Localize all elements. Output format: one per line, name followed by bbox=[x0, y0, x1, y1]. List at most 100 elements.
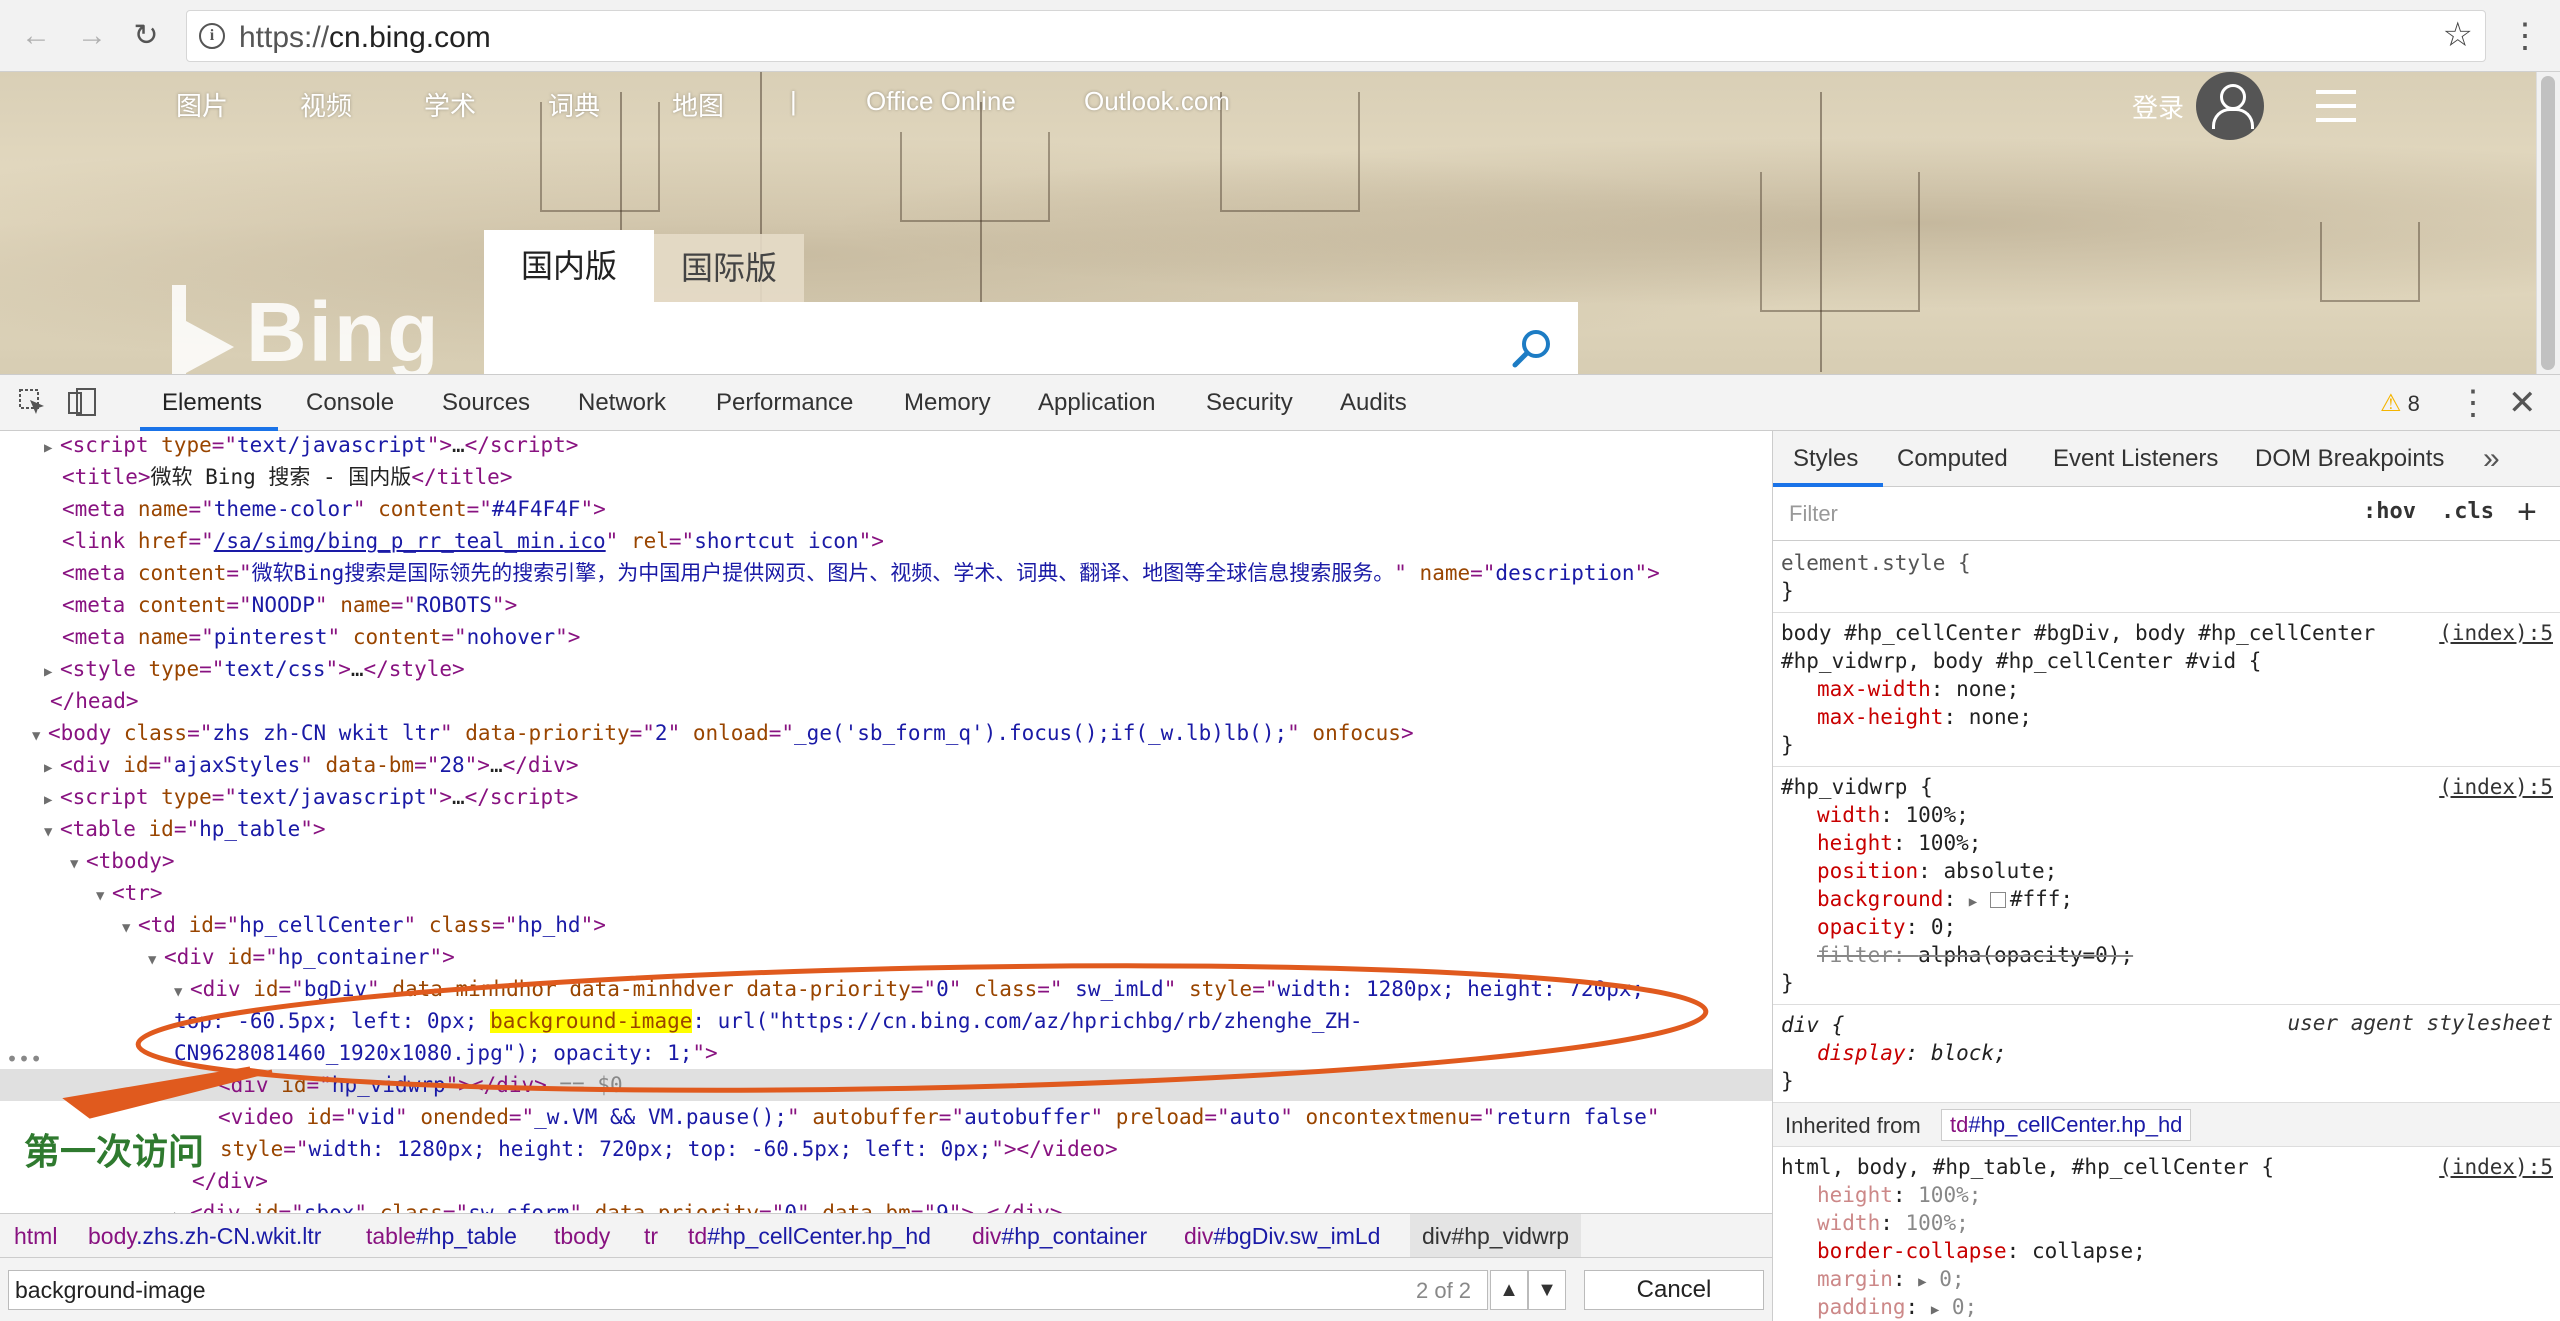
crumb-tr[interactable]: tr bbox=[644, 1214, 658, 1258]
tab-network[interactable]: Network bbox=[578, 375, 666, 431]
rule-selector: html, body, #hp_table, #hp_cellCenter { bbox=[1781, 1155, 2275, 1179]
login-link[interactable]: 登录 bbox=[2132, 88, 2184, 125]
css-property[interactable]: height: 100%; bbox=[1817, 829, 1981, 857]
search-icon[interactable] bbox=[1512, 328, 1552, 368]
devtools-close-icon[interactable]: ✕ bbox=[2508, 383, 2537, 423]
dom-node-line[interactable]: <div id="hp_vidwrp"></div> == $0 bbox=[0, 1069, 1772, 1101]
css-property[interactable]: max-width: none; bbox=[1817, 675, 2019, 703]
tab-computed[interactable]: Computed bbox=[1897, 431, 2008, 487]
tab-event-listeners[interactable]: Event Listeners bbox=[2053, 431, 2218, 487]
hamburger-menu-icon[interactable] bbox=[2316, 90, 2356, 122]
css-property[interactable]: width: 100%; bbox=[1817, 1209, 1969, 1237]
style-rule[interactable]: element.style {} bbox=[1773, 543, 2560, 613]
tab-dom-breakpoints[interactable]: DOM Breakpoints bbox=[2255, 431, 2444, 487]
css-property[interactable]: filter: alpha(opacity=0); bbox=[1817, 941, 2133, 969]
tab-domestic[interactable]: 国内版 bbox=[484, 230, 654, 302]
new-rule-icon[interactable]: + bbox=[2517, 493, 2537, 532]
scrollbar-thumb[interactable] bbox=[2541, 76, 2555, 370]
forward-arrow-icon[interactable]: → bbox=[70, 14, 114, 58]
url-host: cn.bing.com bbox=[329, 21, 491, 54]
find-previous-icon[interactable]: ▲ bbox=[1490, 1270, 1528, 1310]
bing-search-input[interactable] bbox=[484, 302, 1578, 374]
dom-node-markup: ▼ <div id="bgDiv" data-minhdhor data-minh… bbox=[174, 977, 1645, 1001]
styles-filter-input[interactable]: Filter bbox=[1783, 495, 2343, 533]
back-arrow-icon[interactable]: ← bbox=[14, 14, 58, 58]
find-cancel-button[interactable]: Cancel bbox=[1584, 1270, 1764, 1310]
tab-application[interactable]: Application bbox=[1038, 375, 1155, 431]
css-property[interactable]: position: absolute; bbox=[1817, 857, 2057, 885]
css-property[interactable]: border-collapse: collapse; bbox=[1817, 1237, 2146, 1265]
crumb-div-vidwrp[interactable]: div#hp_vidwrp bbox=[1410, 1214, 1582, 1258]
css-property[interactable]: height: 100%; bbox=[1817, 1181, 1981, 1209]
nav-videos[interactable]: 视频 bbox=[300, 86, 352, 123]
nav-maps[interactable]: 地图 bbox=[672, 86, 724, 123]
dom-node-markup: <div id="hp_vidwrp"></div> == $0 bbox=[218, 1073, 623, 1097]
class-toggle[interactable]: .cls bbox=[2441, 499, 2494, 524]
devtools-menu-icon[interactable]: ⋮ bbox=[2456, 383, 2490, 423]
css-property[interactable]: padding: ▶ 0; bbox=[1817, 1293, 1977, 1321]
tab-elements[interactable]: Elements bbox=[162, 375, 262, 431]
crumb-table[interactable]: table#hp_table bbox=[366, 1214, 517, 1258]
inspect-element-icon[interactable] bbox=[16, 387, 48, 419]
page-scrollbar[interactable] bbox=[2536, 72, 2560, 374]
hover-state-toggle[interactable]: :hov bbox=[2363, 499, 2416, 524]
find-bar: background-image 2 of 2 ▲ ▼ Cancel bbox=[0, 1257, 1772, 1321]
rule-source-link[interactable]: (index):5 bbox=[2439, 619, 2553, 647]
tab-audits[interactable]: Audits bbox=[1340, 375, 1407, 431]
style-rule[interactable]: div {user agent stylesheet display: block… bbox=[1773, 1005, 2560, 1103]
tab-console[interactable]: Console bbox=[306, 375, 394, 431]
node-actions-icon[interactable]: ••• bbox=[6, 1047, 42, 1071]
inherited-node[interactable]: td#hp_cellCenter.hp_hd bbox=[1941, 1109, 2192, 1141]
reload-icon[interactable]: ↻ bbox=[124, 14, 168, 58]
find-input[interactable]: background-image bbox=[8, 1270, 1488, 1310]
crumb-tag: div bbox=[1184, 1223, 1214, 1249]
css-property[interactable]: background: ▶ #fff; bbox=[1817, 885, 2073, 913]
tab-performance[interactable]: Performance bbox=[716, 375, 853, 431]
avatar-icon[interactable] bbox=[2196, 72, 2264, 140]
address-bar[interactable]: i https://cn.bing.com ☆ bbox=[186, 10, 2486, 62]
rule-source-link[interactable]: (index):5 bbox=[2439, 773, 2553, 801]
styles-filter-bar: Filter :hov .cls + bbox=[1773, 487, 2560, 541]
nav-dictionary[interactable]: 词典 bbox=[548, 86, 600, 123]
style-rule[interactable]: #hp_vidwrp {(index):5 width: 100%; height:… bbox=[1773, 767, 2560, 1005]
crumb-tbody[interactable]: tbody bbox=[554, 1214, 610, 1258]
rule-close-brace: } bbox=[1781, 733, 1794, 757]
css-property[interactable]: margin: ▶ 0; bbox=[1817, 1265, 1965, 1293]
nav-separator: | bbox=[790, 86, 797, 116]
crumb-body[interactable]: body.zhs.zh-CN.wkit.ltr bbox=[88, 1214, 321, 1258]
style-rule[interactable]: html, body, #hp_table, #hp_cellCenter { (… bbox=[1773, 1147, 2560, 1321]
nav-academic[interactable]: 学术 bbox=[424, 86, 476, 123]
rule-source-link[interactable]: (index):5 bbox=[2439, 1153, 2553, 1181]
device-toolbar-icon[interactable] bbox=[66, 387, 98, 419]
more-tabs-icon[interactable]: » bbox=[2483, 431, 2500, 487]
tab-memory[interactable]: Memory bbox=[904, 375, 991, 431]
crumb-div-bgdiv[interactable]: div#bgDiv.sw_imLd bbox=[1184, 1214, 1380, 1258]
crumb-html[interactable]: html bbox=[14, 1214, 57, 1258]
background-sketch bbox=[1220, 92, 1360, 212]
browser-menu-icon[interactable]: ⋮ bbox=[2508, 12, 2542, 60]
devtools-panel: Elements Console Sources Network Perform… bbox=[0, 374, 2560, 1321]
dom-node-markup: <video id="vid" onended="_w.VM && VM.pau… bbox=[218, 1105, 1660, 1129]
tab-security[interactable]: Security bbox=[1206, 375, 1293, 431]
crumb-td[interactable]: td#hp_cellCenter.hp_hd bbox=[688, 1214, 931, 1258]
css-property[interactable]: opacity: 0; bbox=[1817, 913, 1956, 941]
rule-selector: body #hp_cellCenter #bgDiv, body #hp_cel… bbox=[1781, 621, 2376, 645]
tab-styles[interactable]: Styles bbox=[1793, 431, 1858, 487]
elements-tree[interactable]: ▶ <script type="text/javascript">…</scrip… bbox=[0, 431, 1772, 1213]
find-next-icon[interactable]: ▼ bbox=[1528, 1270, 1566, 1310]
nav-office-online[interactable]: Office Online bbox=[866, 86, 1016, 117]
bookmark-star-icon[interactable]: ☆ bbox=[2443, 15, 2473, 55]
warning-count: 8 bbox=[2407, 391, 2420, 416]
css-property[interactable]: max-height: none; bbox=[1817, 703, 2032, 731]
crumb-div-container[interactable]: div#hp_container bbox=[972, 1214, 1147, 1258]
nav-outlook[interactable]: Outlook.com bbox=[1084, 86, 1230, 117]
css-property[interactable]: width: 100%; bbox=[1817, 801, 1969, 829]
warnings-counter[interactable]: ⚠ 8 bbox=[2380, 389, 2420, 418]
nav-images[interactable]: 图片 bbox=[176, 86, 228, 123]
css-property[interactable]: display: block; bbox=[1817, 1039, 2007, 1067]
style-rule[interactable]: body #hp_cellCenter #bgDiv, body #hp_cel… bbox=[1773, 613, 2560, 767]
info-icon[interactable]: i bbox=[199, 23, 225, 49]
tab-sources[interactable]: Sources bbox=[442, 375, 530, 431]
tab-international[interactable]: 国际版 bbox=[654, 234, 804, 302]
inherited-node-tag: td bbox=[1950, 1112, 1969, 1137]
